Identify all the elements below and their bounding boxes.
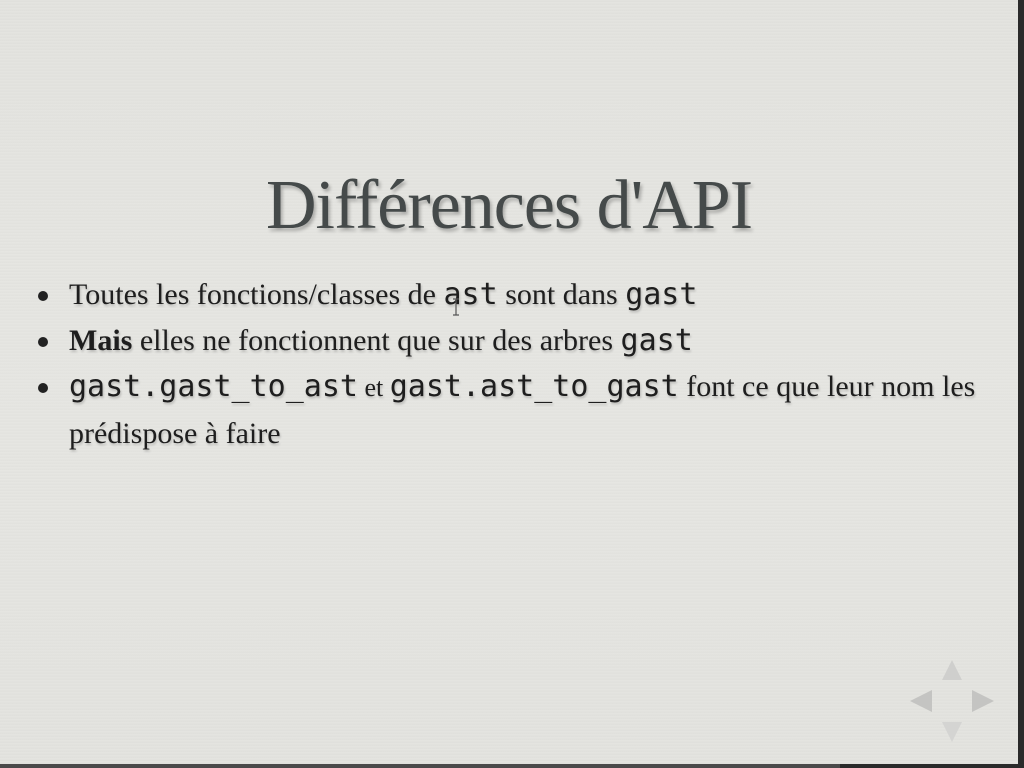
bullet-dot [38, 337, 48, 347]
window-edge-right [1018, 0, 1024, 768]
bold-text: Mais [69, 324, 133, 357]
text-cursor-icon [452, 298, 460, 316]
bullet-text: sont dans [497, 278, 626, 311]
down-arrow-icon[interactable] [942, 722, 962, 742]
progress-bar [0, 764, 840, 768]
up-arrow-icon[interactable] [942, 660, 962, 680]
bullet-item: Mais elles ne fonctionnent que sur des a… [38, 318, 988, 364]
code-gast: gast [620, 323, 693, 358]
bullet-item: Toutes les fonctions/classes de ast sont… [38, 272, 988, 318]
code-gast: gast [625, 277, 698, 312]
code-ast-to-gast: gast.ast_to_gast [389, 369, 679, 404]
bullet-dot [38, 291, 48, 301]
bullet-item: gast.gast_to_ast et gast.ast_to_gast fon… [38, 364, 988, 457]
right-arrow-icon[interactable] [972, 690, 994, 712]
slide-navigation [908, 660, 996, 744]
bullet-dot [38, 383, 48, 393]
progress-track [0, 764, 1024, 768]
slide: Différences d'API Toutes les fonctions/c… [0, 0, 1018, 764]
bullet-text: et [357, 373, 390, 402]
slide-title: Différences d'API [265, 167, 753, 244]
code-gast-to-ast: gast.gast_to_ast [69, 369, 358, 404]
bullet-list: Toutes les fonctions/classes de ast sont… [38, 272, 988, 457]
bullet-text: Toutes les fonctions/classes de [69, 278, 444, 311]
left-arrow-icon[interactable] [910, 690, 932, 712]
bullet-text: elles ne fonctionnent que sur des arbres [132, 324, 621, 357]
